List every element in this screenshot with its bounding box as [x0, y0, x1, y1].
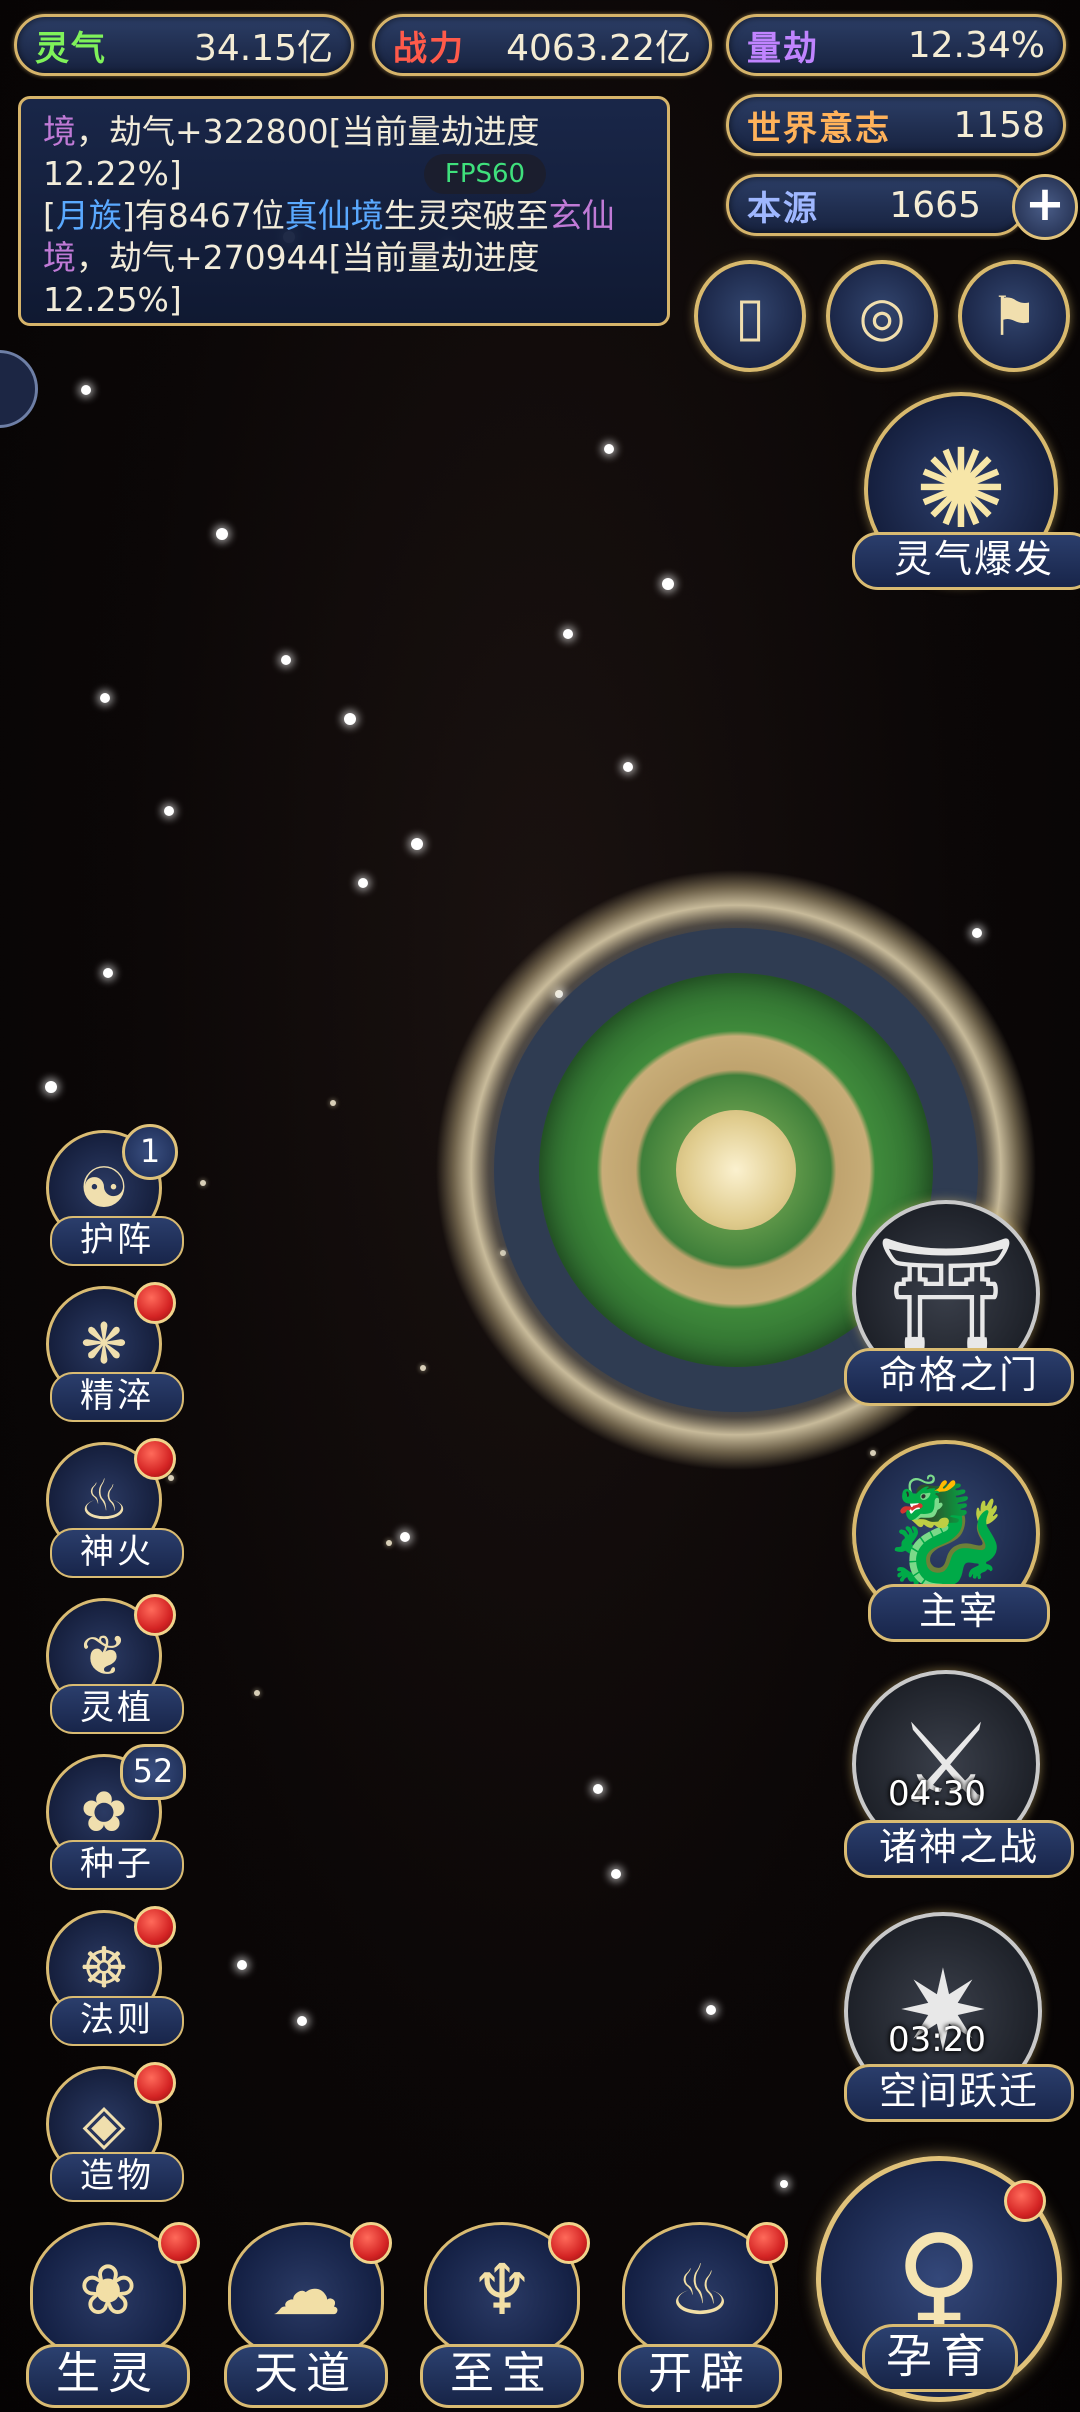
- pioneer-label: 开辟: [618, 2344, 782, 2408]
- formation-badge: 1: [122, 1124, 178, 1180]
- law-label[interactable]: 法则: [50, 1996, 184, 2046]
- planet-center-swirl: [676, 1110, 796, 1230]
- creatures-label: 生灵: [26, 2344, 190, 2408]
- nurture-notification-dot: [1004, 2180, 1046, 2222]
- divine-fire-label[interactable]: 神火: [50, 1528, 184, 1578]
- vortex-icon[interactable]: ◎: [826, 260, 938, 372]
- log-line: 境，劫气+322800[当前量劫进度: [43, 112, 540, 151]
- log-line: 12.22%]: [43, 154, 182, 193]
- shijieyizhi-value: 1158: [953, 104, 1045, 146]
- law-notification-dot: [134, 1906, 176, 1948]
- shijieyizhi-bar[interactable]: 世界意志 1158: [726, 94, 1066, 156]
- liangjie-label: 量劫: [747, 28, 819, 69]
- refine-label[interactable]: 精淬: [50, 1372, 184, 1422]
- benyuan-label: 本源: [747, 188, 819, 229]
- space-jump-label[interactable]: 空间跃迁: [844, 2064, 1074, 2122]
- benyuan-add-button[interactable]: +: [1012, 174, 1078, 240]
- log-line: [月族]有8467位真仙境生灵突破至玄仙: [43, 196, 615, 235]
- zhanli-label: 战力: [393, 28, 465, 69]
- divine-fire-notification-dot: [134, 1438, 176, 1480]
- spirit-plant-label[interactable]: 灵植: [50, 1684, 184, 1734]
- log-line: 12.25%]: [43, 280, 182, 319]
- treasure-label: 至宝: [420, 2344, 584, 2408]
- event-log: 境，劫气+322800[当前量劫进度 12.22%] [月族]有8467位真仙境…: [18, 96, 670, 326]
- gods-war-timer: 04:30: [888, 1774, 986, 1814]
- refine-notification-dot: [134, 1282, 176, 1324]
- spirit-plant-notification-dot: [134, 1594, 176, 1636]
- scroll-icon[interactable]: ▯: [694, 260, 806, 372]
- shijieyizhi-label: 世界意志: [747, 108, 891, 149]
- lingqi-label: 灵气: [35, 28, 107, 69]
- lingqi-value: 34.15亿: [193, 28, 333, 69]
- fps-counter: FPS60: [424, 154, 546, 194]
- lingqi-bar[interactable]: 灵气 34.15亿: [14, 14, 354, 76]
- benyuan-bar[interactable]: 本源 1665: [726, 174, 1026, 236]
- seeds-label[interactable]: 种子: [50, 1840, 184, 1890]
- log-line: 境，劫气+270944[当前量劫进度: [43, 238, 540, 277]
- flag-icon[interactable]: ⚑: [958, 260, 1070, 372]
- liangjie-value: 12.34%: [907, 24, 1045, 66]
- creation-label[interactable]: 造物: [50, 2152, 184, 2202]
- seeds-badge: 52: [120, 1744, 186, 1800]
- zhanli-bar[interactable]: 战力 4063.22亿: [372, 14, 712, 76]
- heaven-dao-label: 天道: [224, 2344, 388, 2408]
- formation-label[interactable]: 护阵: [50, 1216, 184, 1266]
- pioneer-notification-dot: [746, 2222, 788, 2264]
- liangjie-bar[interactable]: 量劫 12.34%: [726, 14, 1066, 76]
- creation-notification-dot: [134, 2062, 176, 2104]
- fate-gate-label[interactable]: 命格之门: [844, 1348, 1074, 1406]
- nurture-label: 孕育: [862, 2324, 1018, 2392]
- gods-war-label[interactable]: 诸神之战: [844, 1820, 1074, 1878]
- space-jump-timer: 03:20: [888, 2020, 986, 2060]
- zhanli-value: 4063.22亿: [506, 28, 691, 69]
- heaven-dao-notification-dot: [350, 2222, 392, 2264]
- edge-handle[interactable]: [0, 350, 38, 428]
- master-label[interactable]: 主宰: [868, 1584, 1050, 1642]
- treasure-notification-dot: [548, 2222, 590, 2264]
- lingqi-burst-label[interactable]: 灵气爆发: [852, 532, 1080, 590]
- creatures-notification-dot: [158, 2222, 200, 2264]
- benyuan-value: 1665: [889, 184, 981, 226]
